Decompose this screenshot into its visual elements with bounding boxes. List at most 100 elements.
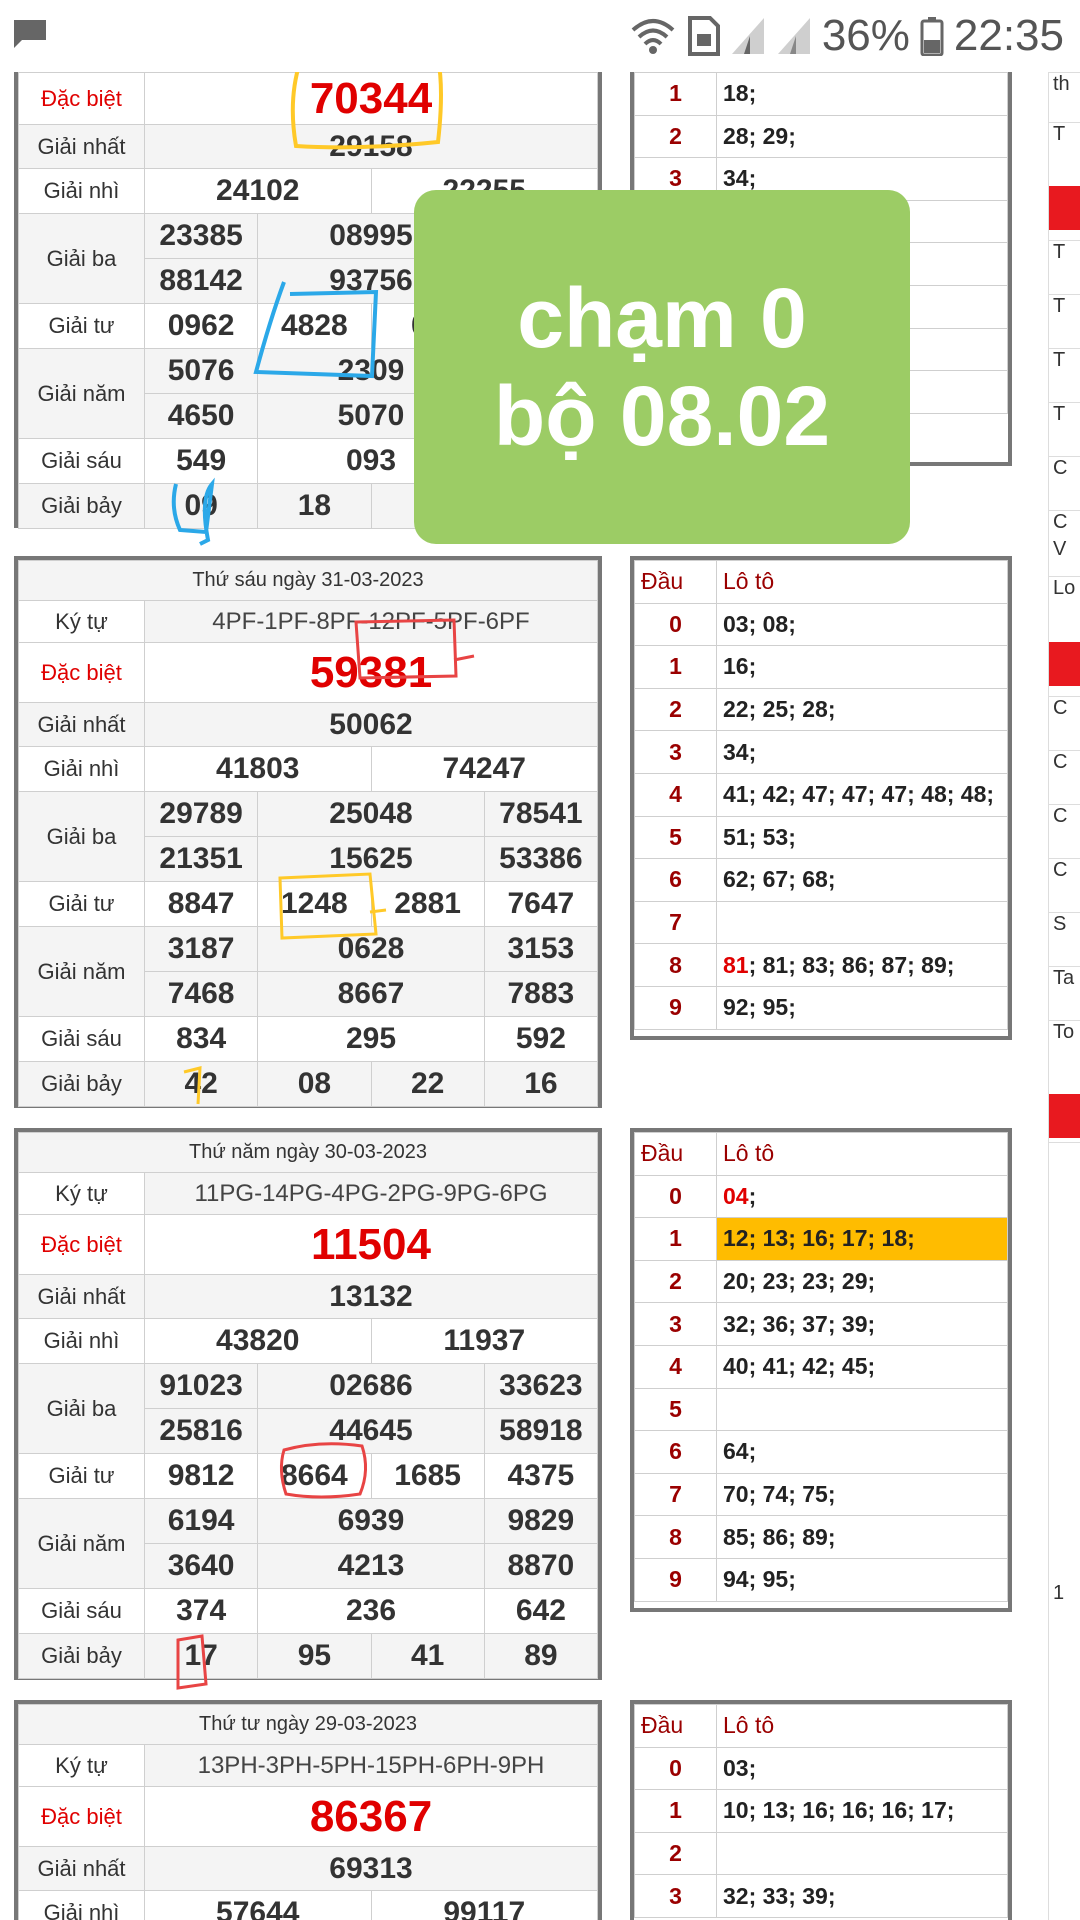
third-prize: 91023 bbox=[143, 1363, 259, 1409]
sixth-prize: 592 bbox=[483, 1016, 599, 1062]
side-panel-item[interactable]: C bbox=[1049, 510, 1080, 540]
side-panel-item[interactable]: To bbox=[1049, 1020, 1080, 1070]
label-third: Giải ba bbox=[18, 791, 145, 882]
loto-head-label: Đầu bbox=[634, 1132, 717, 1176]
side-panel-item[interactable]: V bbox=[1049, 538, 1080, 568]
side-panel-item[interactable]: T bbox=[1049, 294, 1080, 344]
loto-values: 32; 36; 37; 39; bbox=[716, 1302, 1008, 1346]
fourth-prize: 1685 bbox=[370, 1453, 485, 1499]
loto-values: 18; bbox=[716, 72, 1008, 116]
side-panel-item[interactable]: T bbox=[1049, 240, 1080, 290]
second-prize: 57644 bbox=[144, 1890, 372, 1920]
fourth-prize: 4375 bbox=[483, 1453, 599, 1499]
third-prize: 88142 bbox=[143, 258, 259, 304]
side-panel-item[interactable]: C bbox=[1049, 858, 1080, 908]
label-special: Đặc biệt bbox=[18, 642, 145, 703]
loto-head: 3 bbox=[634, 1302, 717, 1346]
third-prize: 33623 bbox=[483, 1363, 599, 1409]
fifth-prize: 3640 bbox=[143, 1543, 259, 1589]
loto-table-2: Đầu Lô tô 0 04; 1 12; 13; 16; 17; 18; 2 20; … bbox=[630, 1128, 1012, 1612]
loto-values: 20; 23; 23; 29; bbox=[716, 1259, 1008, 1304]
side-panel-item[interactable]: S bbox=[1049, 912, 1080, 962]
loto-values: 04; bbox=[716, 1174, 1008, 1219]
third-prize: 02686 bbox=[257, 1363, 485, 1409]
fourth-prize: 8664 bbox=[257, 1453, 372, 1499]
third-prize: 44645 bbox=[257, 1408, 485, 1454]
second-prize: 24102 bbox=[144, 168, 372, 214]
side-panel-item[interactable]: C bbox=[1049, 696, 1080, 746]
label-seventh: Giải bảy bbox=[18, 1633, 145, 1679]
side-panel-item[interactable]: th bbox=[1049, 72, 1080, 116]
fourth-prize: 7647 bbox=[483, 881, 599, 927]
side-panel-item[interactable]: T bbox=[1049, 348, 1080, 398]
side-panel-item[interactable]: C bbox=[1049, 750, 1080, 800]
fourth-prize: 0962 bbox=[143, 303, 259, 349]
sim-card-icon bbox=[687, 16, 720, 56]
side-panel-item[interactable]: T bbox=[1049, 402, 1080, 452]
loto-head: 0 bbox=[634, 1174, 717, 1219]
loto-head: 2 bbox=[634, 1259, 717, 1304]
side-panel-item[interactable]: C bbox=[1049, 804, 1080, 854]
label-first: Giải nhất bbox=[18, 1274, 145, 1319]
draw-code: 11PG-14PG-4PG-2PG-9PG-6PG bbox=[144, 1172, 598, 1215]
loto-head: 2 bbox=[634, 1831, 717, 1876]
loto-head: 1 bbox=[634, 72, 717, 116]
third-prize: 25816 bbox=[143, 1408, 259, 1454]
fifth-prize: 4213 bbox=[257, 1543, 485, 1589]
seventh-prize: 18 bbox=[257, 483, 372, 529]
draw-code: 13PH-3PH-5PH-15PH-6PH-9PH bbox=[144, 1744, 598, 1787]
second-prize: 99117 bbox=[370, 1890, 598, 1920]
loto-head: 7 bbox=[634, 1472, 717, 1517]
sixth-prize: 834 bbox=[143, 1016, 259, 1062]
loto-special-number: 04 bbox=[723, 1182, 749, 1209]
third-prize: 58918 bbox=[483, 1408, 599, 1454]
first-prize: 13132 bbox=[144, 1274, 598, 1319]
label-first: Giải nhất bbox=[18, 702, 145, 747]
loto-table-1: Đầu Lô tô 0 03; 08; 1 16; 2 22; 25; 28; 3 34;… bbox=[630, 556, 1012, 1040]
loto-values: 85; 86; 89; bbox=[716, 1515, 1008, 1559]
side-panel-item: 1 bbox=[1053, 1582, 1065, 1604]
loto-head: 1 bbox=[634, 645, 717, 689]
fourth-prize: 1248 bbox=[257, 881, 372, 927]
third-prize: 29789 bbox=[143, 791, 259, 837]
loto-head: 5 bbox=[634, 1387, 717, 1432]
fifth-prize: 4650 bbox=[143, 393, 259, 439]
loto-head: 2 bbox=[634, 687, 717, 732]
first-prize: 29158 bbox=[144, 124, 598, 169]
fourth-prize: 8847 bbox=[143, 881, 259, 927]
label-code: Ký tự bbox=[18, 600, 145, 643]
label-first: Giải nhất bbox=[18, 1846, 145, 1891]
label-fourth: Giải tư bbox=[18, 881, 145, 927]
loto-label: Lô tô bbox=[716, 560, 1008, 604]
label-third: Giải ba bbox=[18, 213, 145, 304]
label-special: Đặc biệt bbox=[18, 72, 145, 125]
third-prize: 21351 bbox=[143, 836, 259, 882]
loto-head: 9 bbox=[634, 985, 717, 1030]
loto-values-highlighted: 12; 13; 16; 17; 18; bbox=[716, 1217, 1008, 1261]
loto-head: 2 bbox=[634, 114, 717, 159]
loto-values: 70; 74; 75; bbox=[716, 1472, 1008, 1517]
loto-values: 51; 53; bbox=[716, 815, 1008, 860]
fifth-prize: 9829 bbox=[483, 1498, 599, 1544]
side-panel-item[interactable]: Ta bbox=[1049, 966, 1080, 1016]
fifth-prize: 6939 bbox=[257, 1498, 485, 1544]
side-panel-header-bar bbox=[1049, 1094, 1080, 1138]
loto-label: Lô tô bbox=[716, 1132, 1008, 1176]
label-second: Giải nhì bbox=[18, 1890, 145, 1920]
seventh-prize: 16 bbox=[483, 1061, 599, 1107]
seventh-prize: 17 bbox=[143, 1633, 259, 1679]
sixth-prize: 549 bbox=[143, 438, 259, 484]
side-panel-item[interactable]: Lo bbox=[1049, 576, 1080, 626]
side-panel-item[interactable]: T bbox=[1049, 122, 1080, 166]
fourth-prize: 2881 bbox=[370, 881, 485, 927]
loto-values: 16; bbox=[716, 645, 1008, 689]
seventh-prize: 09 bbox=[143, 483, 259, 529]
side-panel-header-bar bbox=[1049, 186, 1080, 230]
fifth-prize: 3153 bbox=[483, 926, 599, 972]
label-fourth: Giải tư bbox=[18, 303, 145, 349]
third-prize: 53386 bbox=[483, 836, 599, 882]
draw-date-title: Thứ năm ngày 30-03-2023 bbox=[18, 1132, 598, 1173]
label-fifth: Giải năm bbox=[18, 926, 145, 1017]
fifth-prize: 3187 bbox=[143, 926, 259, 972]
side-panel-item[interactable]: C bbox=[1049, 456, 1080, 506]
